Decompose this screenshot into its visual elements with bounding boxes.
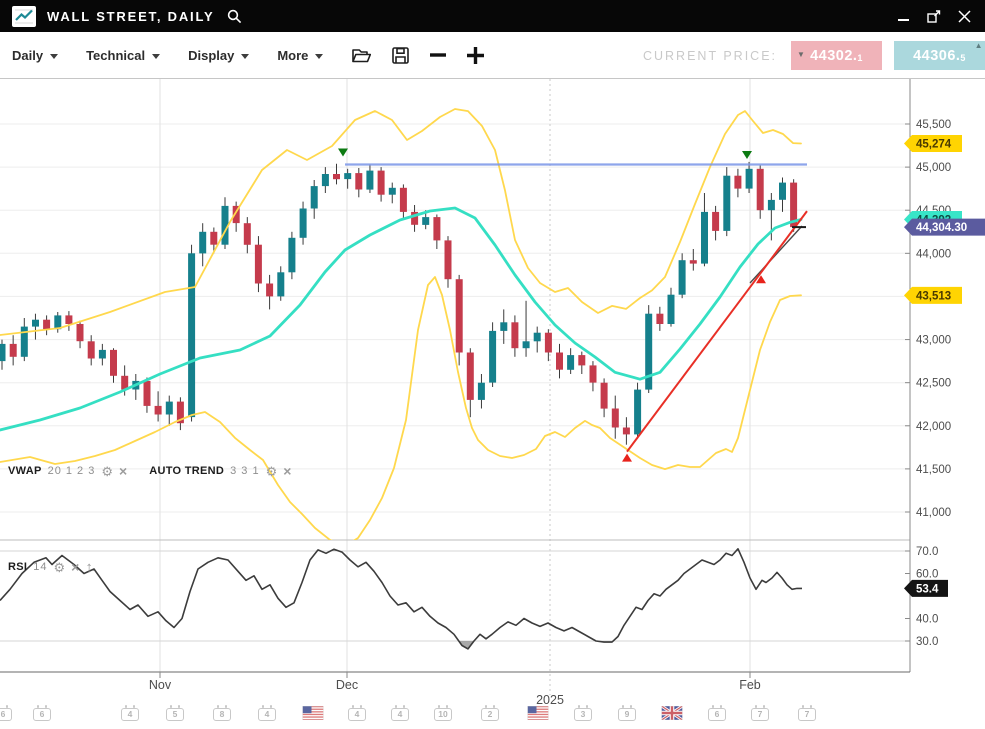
price-axis-badge: 43,513 bbox=[916, 290, 951, 302]
save-template-button[interactable] bbox=[392, 47, 409, 64]
rsi-params: 14 bbox=[33, 561, 47, 573]
rsi-axis-label: 60.0 bbox=[916, 569, 938, 581]
price-axis-label: 42,000 bbox=[916, 421, 951, 433]
calendar-event-icon[interactable]: 4 bbox=[258, 708, 276, 721]
chart-title: WALL STREET, DAILY bbox=[47, 9, 214, 24]
bid-price-badge: ▼ 44302.1 bbox=[791, 41, 882, 70]
calendar-event-icon[interactable]: 7 bbox=[751, 708, 769, 721]
window-controls bbox=[898, 10, 973, 23]
month-axis-label: Dec bbox=[336, 678, 358, 692]
calendar-event-icon[interactable]: 8 bbox=[213, 708, 231, 721]
chart-toolbar: Daily Technical Display More CURRENT PRICE:… bbox=[0, 32, 985, 79]
price-axis-label: 45,500 bbox=[916, 119, 951, 131]
current-price-label: CURRENT PRICE: bbox=[643, 49, 777, 63]
vwap-indicator-label: VWAP bbox=[8, 465, 42, 477]
chevron-down-icon bbox=[152, 54, 160, 59]
calendar-event-icon[interactable]: 4 bbox=[391, 708, 409, 721]
calendar-event-icon[interactable]: 4 bbox=[348, 708, 366, 721]
price-up-arrow-icon: ▲ bbox=[975, 42, 983, 50]
rsi-value-badge: 53.4 bbox=[916, 583, 939, 595]
calendar-event-icon[interactable]: 10 bbox=[434, 708, 452, 721]
rsi-axis-label: 70.0 bbox=[916, 546, 938, 558]
window-titlebar: WALL STREET, DAILY bbox=[0, 0, 985, 32]
price-axis-label: 41,000 bbox=[916, 507, 951, 519]
month-axis-label: Nov bbox=[149, 678, 172, 692]
price-axis-label: 41,500 bbox=[916, 464, 951, 476]
rsi-remove-icon[interactable]: × bbox=[71, 562, 79, 573]
autotrend-remove-icon[interactable]: × bbox=[283, 466, 291, 477]
price-axis-label: 42,500 bbox=[916, 378, 951, 390]
uk-flag-news-icon[interactable] bbox=[662, 706, 683, 720]
price-axis-label: 43,000 bbox=[916, 335, 951, 347]
app-logo-icon bbox=[12, 6, 36, 27]
auto-trend-support-segment[interactable] bbox=[750, 226, 802, 283]
main-price-panel bbox=[0, 109, 807, 546]
calendar-event-icon[interactable]: 6 bbox=[0, 708, 12, 721]
candlestick-series bbox=[0, 162, 797, 445]
axes: 45,50045,00044,50044,00043,00042,50042,0… bbox=[0, 79, 951, 707]
menu-display[interactable]: Display bbox=[188, 48, 249, 63]
search-icon[interactable] bbox=[227, 9, 242, 24]
calendar-event-icon[interactable]: 2 bbox=[481, 708, 499, 721]
auto-trend-line[interactable] bbox=[627, 211, 807, 452]
event-marker-row: 6 6 4 5 8 4 4 4 10 2 3 9 6 7 7 bbox=[0, 704, 985, 728]
minimize-button[interactable] bbox=[898, 10, 910, 22]
bid-price-value: 44302. bbox=[810, 48, 857, 64]
rsi-panel bbox=[0, 549, 802, 649]
open-template-button[interactable] bbox=[351, 47, 371, 64]
month-axis-label: Feb bbox=[739, 678, 761, 692]
price-chart-svg: 45,50045,00044,50044,00043,00042,50042,0… bbox=[0, 79, 985, 729]
autotrend-indicator-label: AUTO TREND bbox=[149, 465, 224, 477]
price-axis-label: 45,000 bbox=[916, 162, 951, 174]
calendar-event-icon[interactable]: 5 bbox=[166, 708, 184, 721]
chart-area[interactable]: 45,50045,00044,50044,00043,00042,50042,0… bbox=[0, 79, 985, 729]
rsi-settings-icon[interactable]: ⚙ bbox=[54, 562, 66, 573]
autotrend-params: 3 3 1 bbox=[230, 465, 259, 477]
zoom-in-button[interactable] bbox=[467, 47, 484, 64]
current-price-panel: CURRENT PRICE: ▼ 44302.1 44306.5 ▲ bbox=[643, 41, 985, 70]
calendar-event-icon[interactable]: 4 bbox=[121, 708, 139, 721]
calendar-event-icon[interactable]: 6 bbox=[708, 708, 726, 721]
chevron-down-icon bbox=[241, 54, 249, 59]
rsi-axis-label: 30.0 bbox=[916, 636, 938, 648]
autotrend-settings-icon[interactable]: ⚙ bbox=[266, 466, 278, 477]
price-axis-badge: 45,274 bbox=[916, 138, 952, 150]
rsi-line bbox=[0, 549, 802, 649]
menu-technical[interactable]: Technical bbox=[86, 48, 160, 63]
menu-daily[interactable]: Daily bbox=[12, 48, 58, 63]
rsi-legend-row: RSI 14 ⚙ × ↑ bbox=[8, 561, 93, 573]
indicator-legend-row: VWAP 20 1 2 3 ⚙ × AUTO TREND 3 3 1 ⚙ × bbox=[8, 465, 291, 477]
vwap-settings-icon[interactable]: ⚙ bbox=[101, 466, 113, 477]
ask-price-badge: 44306.5 ▲ bbox=[894, 41, 985, 70]
chevron-down-icon bbox=[50, 54, 58, 59]
rsi-axis-label: 40.0 bbox=[916, 614, 938, 626]
calendar-event-icon[interactable]: 7 bbox=[798, 708, 816, 721]
calendar-event-icon[interactable]: 9 bbox=[618, 708, 636, 721]
bollinger-upper-band bbox=[0, 109, 801, 335]
price-axis-badge: 44,304.30 bbox=[916, 222, 967, 234]
ask-price-value: 44306. bbox=[913, 48, 960, 64]
calendar-event-icon[interactable]: 3 bbox=[574, 708, 592, 721]
bollinger-lower-band bbox=[0, 277, 801, 546]
vwap-params: 20 1 2 3 bbox=[48, 465, 96, 477]
price-down-arrow-icon: ▼ bbox=[797, 51, 805, 59]
menu-more[interactable]: More bbox=[277, 48, 323, 63]
us-flag-news-icon[interactable] bbox=[528, 706, 549, 720]
close-button[interactable] bbox=[958, 10, 971, 23]
rsi-indicator-label: RSI bbox=[8, 561, 27, 573]
chevron-down-icon bbox=[315, 54, 323, 59]
vwap-remove-icon[interactable]: × bbox=[119, 466, 127, 477]
popout-button[interactable] bbox=[927, 10, 941, 23]
price-axis-label: 44,000 bbox=[916, 248, 951, 260]
buy-signal-marker-icon bbox=[622, 454, 632, 462]
calendar-event-icon[interactable]: 6 bbox=[33, 708, 51, 721]
zoom-out-button[interactable] bbox=[430, 47, 446, 63]
us-flag-news-icon[interactable] bbox=[303, 706, 324, 720]
rsi-move-up-icon[interactable]: ↑ bbox=[85, 562, 93, 573]
